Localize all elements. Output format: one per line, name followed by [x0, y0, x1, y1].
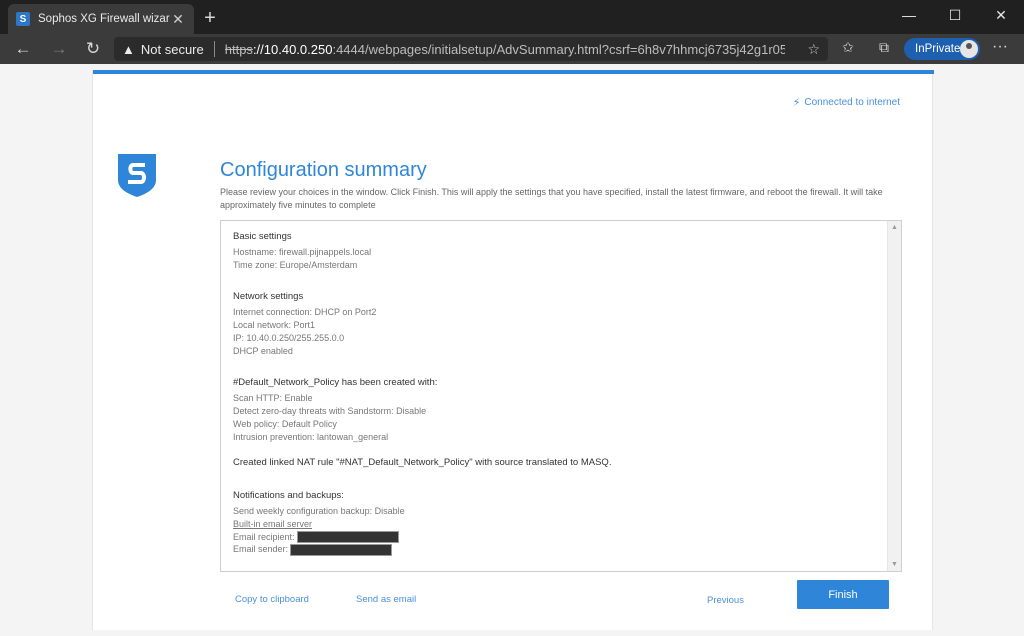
internet-connection-line: Internet connection: DHCP on Port2	[233, 307, 377, 318]
url-scheme: https	[224, 41, 253, 57]
url-path: :4444/webpages/initialsetup/AdvSummary.h…	[332, 41, 785, 57]
inprivate-label: InPrivate	[915, 43, 961, 55]
notifications-heading: Notifications and backups:	[233, 490, 344, 502]
ip-line: IP: 10.40.0.250/255.255.0.0	[233, 332, 345, 343]
policy-section: #Default_Network_Policy has been created…	[233, 377, 873, 443]
sophos-shield-logo-icon	[118, 154, 156, 197]
scroll-down-icon[interactable]: ▼	[891, 561, 898, 568]
local-network-line: Local network: Port1	[233, 319, 316, 330]
minimize-button[interactable]: —	[886, 0, 932, 30]
connection-status: ⚡ Connected to internet	[793, 96, 900, 109]
intrusion-prevention-line: Intrusion prevention: lantowan_general	[233, 431, 389, 442]
address-bar[interactable]: ▲ Not secure https://10.40.0.250:4444/we…	[114, 37, 828, 61]
dhcp-line: DHCP enabled	[233, 345, 293, 356]
new-tab-button[interactable]: +	[200, 6, 220, 30]
more-menu-icon[interactable]: ···	[992, 38, 1008, 56]
url-host: ://10.40.0.250	[252, 41, 333, 57]
nat-rule-line: Created linked NAT rule "#NAT_Default_Ne…	[233, 457, 612, 469]
notifications-section: Notifications and backups: Send weekly c…	[233, 490, 873, 556]
copy-to-clipboard-link[interactable]: Copy to clipboard	[235, 594, 309, 605]
nat-section: Created linked NAT rule "#NAT_Default_Ne…	[233, 457, 873, 470]
browser-tab[interactable]: S Sophos XG Firewall wizard ✕	[8, 4, 194, 34]
finish-button[interactable]: Finish	[797, 580, 889, 609]
sophos-favicon-icon: S	[16, 12, 30, 26]
not-secure-label[interactable]: Not secure	[141, 42, 204, 57]
summary-content: Basic settings Hostname: firewall.pijnap…	[233, 231, 873, 571]
network-settings-section: Network settings Internet connection: DH…	[233, 291, 873, 357]
timezone-line: Time zone: Europe/Amsterdam	[233, 259, 358, 270]
browser-titlebar: S Sophos XG Firewall wizard ✕ + — ☐ ✕	[0, 0, 1024, 34]
tab-title: Sophos XG Firewall wizard	[38, 13, 170, 25]
page-background: ⚡ Connected to internet Configuration su…	[0, 64, 1024, 636]
hostname-line: Hostname: firewall.pijnappels.local	[233, 246, 372, 257]
email-recipient-row: Email recipient:	[233, 531, 873, 544]
page-subtitle: Please review your choices in the window…	[220, 187, 883, 210]
refresh-icon[interactable]: ↻	[80, 37, 106, 61]
back-arrow-icon[interactable]: ←	[10, 37, 36, 61]
redacted-recipient	[296, 531, 399, 544]
email-server-link[interactable]: Built-in email server	[233, 518, 873, 531]
basic-settings-section: Basic settings Hostname: firewall.pijnap…	[233, 231, 873, 271]
scan-http-line: Scan HTTP: Enable	[233, 393, 313, 404]
page-title: Configuration summary	[220, 159, 427, 181]
forward-arrow-icon[interactable]: →	[46, 37, 72, 61]
favorite-star-icon[interactable]: ☆	[807, 41, 820, 58]
previous-link[interactable]: Previous	[707, 595, 744, 606]
summary-box[interactable]: Basic settings Hostname: firewall.pijnap…	[220, 220, 902, 572]
email-sender-row: Email sender:	[233, 543, 873, 556]
basic-settings-heading: Basic settings	[233, 231, 292, 242]
scroll-up-icon[interactable]: ▲	[891, 224, 898, 231]
profile-avatar-icon	[960, 40, 978, 58]
warning-icon: ▲	[122, 41, 135, 57]
web-policy-line: Web policy: Default Policy	[233, 418, 337, 429]
plug-icon: ⚡	[792, 97, 801, 109]
url-text[interactable]: https://10.40.0.250:4444/webpages/initia…	[225, 42, 785, 57]
redacted-sender	[290, 543, 393, 556]
connection-status-label: Connected to internet	[804, 97, 900, 108]
email-sender-label: Email sender:	[233, 544, 289, 555]
address-separator	[213, 41, 215, 57]
favorites-icon[interactable]: ✩	[838, 39, 858, 56]
email-recipient-label: Email recipient:	[233, 531, 295, 542]
backup-line: Send weekly configuration backup: Disabl…	[233, 505, 405, 516]
tab-close-icon[interactable]: ✕	[170, 11, 186, 28]
zero-day-line: Detect zero-day threats with Sandstorm: …	[233, 405, 427, 416]
network-settings-heading: Network settings	[233, 291, 304, 303]
send-as-email-link[interactable]: Send as email	[356, 594, 416, 605]
close-window-button[interactable]: ✕	[978, 0, 1024, 30]
inprivate-button[interactable]: InPrivate	[904, 38, 980, 60]
browser-toolbar: ← → ↻ ▲ Not secure https://10.40.0.250:4…	[0, 34, 1024, 64]
summary-scrollbar[interactable]: ▲ ▼	[887, 221, 901, 571]
maximize-button[interactable]: ☐	[932, 0, 978, 30]
panel-accent-bar	[93, 70, 934, 74]
policy-heading: #Default_Network_Policy has been created…	[233, 377, 438, 389]
wizard-panel: ⚡ Connected to internet Configuration su…	[92, 70, 934, 630]
collections-icon[interactable]: ⧉	[874, 39, 894, 56]
